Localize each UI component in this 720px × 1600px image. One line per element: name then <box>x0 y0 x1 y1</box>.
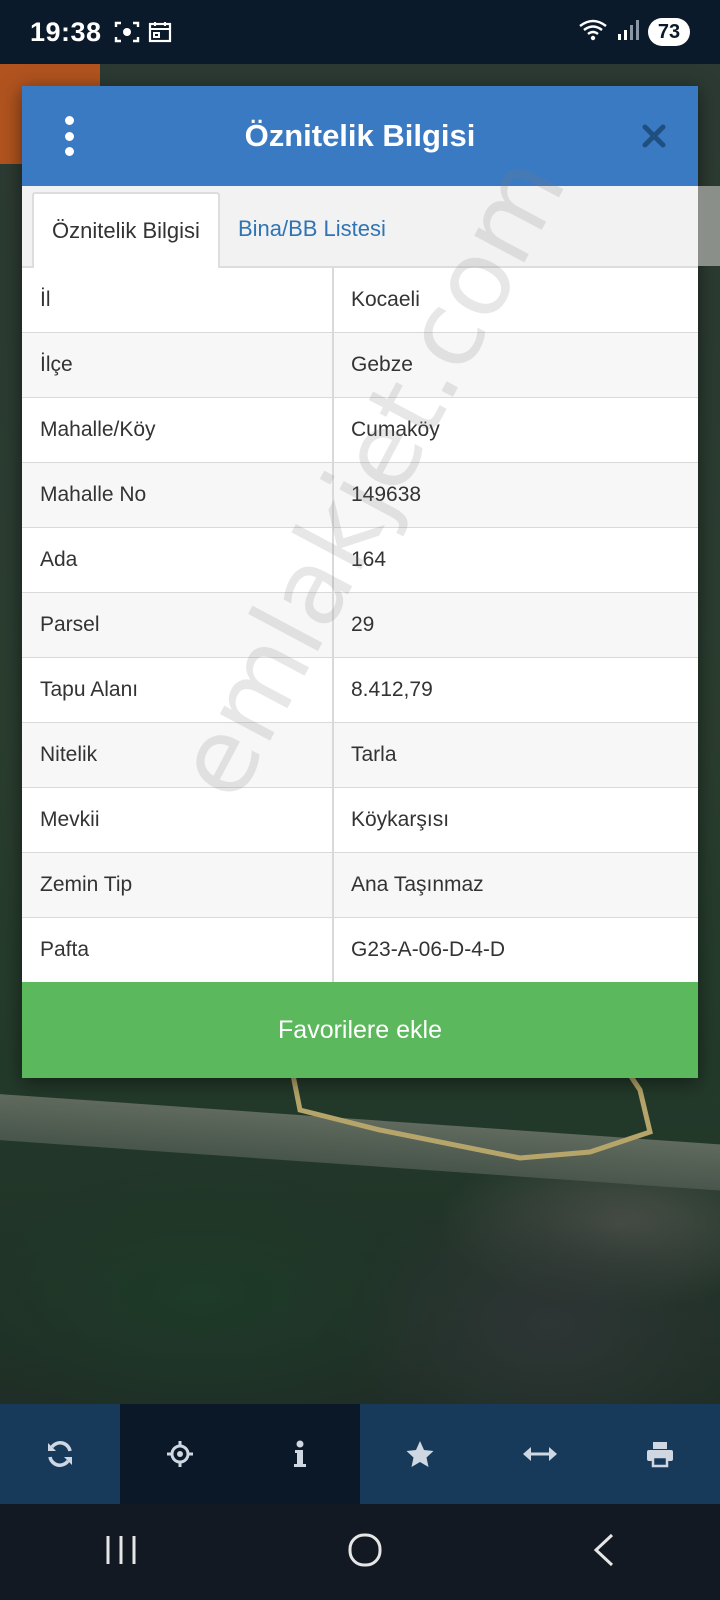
row-value: Gebze <box>351 353 413 376</box>
table-row: Nitelik Tarla <box>22 723 698 788</box>
row-value: Cumaköy <box>351 418 440 441</box>
table-row: Pafta G23-A-06-D-4-D <box>22 918 698 983</box>
close-icon[interactable] <box>634 116 674 156</box>
row-label: İlçe <box>22 333 334 397</box>
row-label: Tapu Alanı <box>22 658 334 722</box>
dialog-header: Öznitelik Bilgisi <box>22 86 698 186</box>
table-row: Parsel 29 <box>22 593 698 658</box>
table-row: Mevkii Köykarşısı <box>22 788 698 853</box>
dialog-title: Öznitelik Bilgisi <box>244 118 476 153</box>
table-row: Zemin Tip Ana Taşınmaz <box>22 853 698 918</box>
attribute-dialog: Öznitelik Bilgisi Öznitelik Bilgisi Bina… <box>22 86 698 1078</box>
row-label: Parsel <box>22 593 334 657</box>
locate-icon[interactable] <box>120 1404 240 1504</box>
tab-bar: Öznitelik Bilgisi Bina/BB Listesi <box>22 186 698 268</box>
screenshot-icon <box>114 20 140 44</box>
home-icon[interactable] <box>347 1532 383 1573</box>
system-nav-bar <box>0 1504 720 1600</box>
row-value: Tarla <box>351 743 397 766</box>
row-label: Zemin Tip <box>22 853 334 917</box>
calendar-icon <box>148 20 172 44</box>
tab-attribute-info[interactable]: Öznitelik Bilgisi <box>32 192 220 268</box>
battery-level: 73 <box>648 18 690 46</box>
row-label: Nitelik <box>22 723 334 787</box>
parcel-outline <box>287 1060 653 1161</box>
row-value: Ana Taşınmaz <box>351 873 484 896</box>
back-icon[interactable] <box>592 1532 616 1573</box>
measure-icon[interactable] <box>480 1404 600 1504</box>
tab-building-list[interactable]: Bina/BB Listesi <box>220 192 404 266</box>
scrollbar[interactable] <box>698 186 720 266</box>
row-value: G23-A-06-D-4-D <box>351 938 506 961</box>
row-label: Mahalle No <box>22 463 334 527</box>
table-row: Ada 164 <box>22 528 698 593</box>
add-favorite-button[interactable]: Favorilere ekle <box>22 982 698 1078</box>
status-right: 73 <box>578 18 690 47</box>
row-label: Mahalle/Köy <box>22 398 334 462</box>
status-bar: 19:38 73 <box>0 0 720 64</box>
row-value: 149638 <box>351 483 422 506</box>
row-label: Mevkii <box>22 788 334 852</box>
refresh-icon[interactable] <box>0 1404 120 1504</box>
more-menu-icon[interactable] <box>56 116 82 156</box>
wifi-icon <box>578 18 608 47</box>
row-value: 164 <box>351 548 387 571</box>
row-value: Kocaeli <box>351 288 420 311</box>
table-row: İlçe Gebze <box>22 333 698 398</box>
info-icon[interactable] <box>240 1404 360 1504</box>
star-icon[interactable] <box>360 1404 480 1504</box>
row-label: İl <box>22 268 334 332</box>
table-row: Tapu Alanı 8.412,79 <box>22 658 698 723</box>
row-value: Köykarşısı <box>351 808 450 831</box>
table-row: Mahalle No 149638 <box>22 463 698 528</box>
row-value: 29 <box>351 613 375 636</box>
status-time: 19:38 <box>30 16 102 47</box>
attribute-table: İl Kocaeli İlçe Gebze Mahalle/Köy Cumaköy M… <box>22 268 698 983</box>
row-label: Pafta <box>22 918 334 982</box>
signal-icon <box>616 18 640 47</box>
table-row: Mahalle/Köy Cumaköy <box>22 398 698 463</box>
table-row: İl Kocaeli <box>22 268 698 333</box>
map-toolbar <box>0 1404 720 1504</box>
recent-apps-icon[interactable] <box>104 1534 138 1571</box>
row-value: 8.412,79 <box>351 678 433 701</box>
row-label: Ada <box>22 528 334 592</box>
print-icon[interactable] <box>600 1404 720 1504</box>
